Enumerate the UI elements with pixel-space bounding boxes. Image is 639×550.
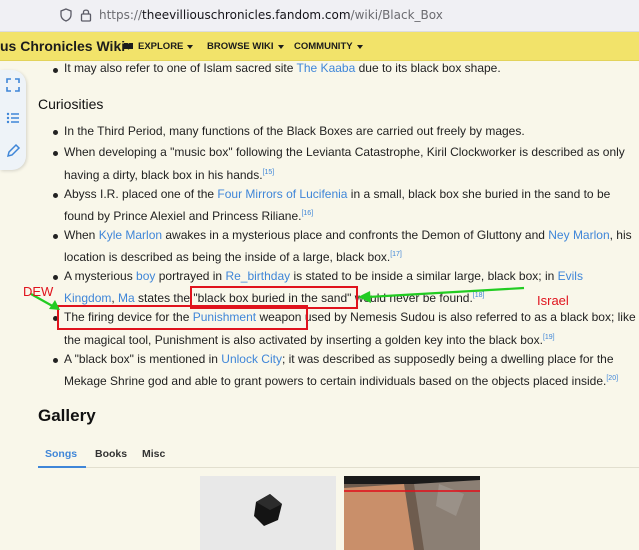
green-arrow-israel	[358, 286, 525, 303]
annotation-label-dew: DEW	[23, 284, 54, 299]
annotation-arrows	[30, 286, 525, 310]
annotation-label-israel: Israel	[537, 293, 569, 308]
